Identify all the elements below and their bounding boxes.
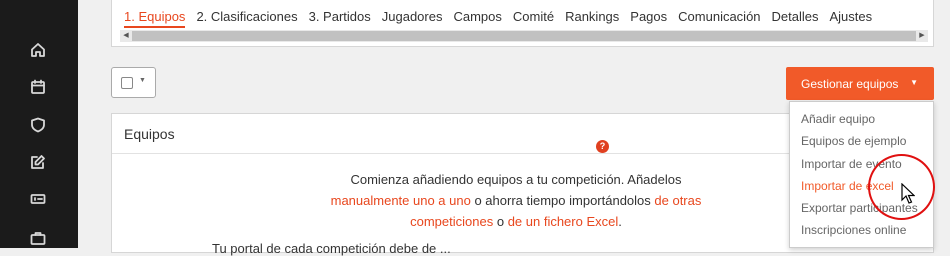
manage-teams-label: Gestionar equipos [801,76,899,91]
shield-icon[interactable] [28,115,48,135]
scroll-right-icon[interactable]: ▶ [916,30,928,42]
tabs-container: 1. Equipos 2. Clasificaciones 3. Partidos J… [111,0,934,47]
tab-item[interactable]: Detalles [772,9,819,26]
sidebar [0,0,78,248]
tab-item[interactable]: Pagos [630,9,667,26]
manage-teams-button[interactable]: Gestionar equipos ▼ [786,67,934,100]
mouse-cursor-icon [901,183,915,204]
tab-item[interactable]: 2. Clasificaciones [196,9,297,26]
briefcase-icon[interactable] [28,228,48,248]
tab-item[interactable]: 1. Equipos [124,9,186,28]
tab-item[interactable]: Ajustes [830,9,873,26]
truncated-text: Tu portal de cada competición debe de ..… [212,241,451,256]
edit-icon[interactable] [28,152,48,172]
tab-item[interactable]: Campos [453,9,501,26]
menu-item-online-registrations[interactable]: Inscripciones online [801,223,906,237]
caret-down-icon: ▼ [910,78,918,87]
empty-state-text: Comienza añadiendo equipos a tu competic… [317,169,715,232]
menu-item-add-team[interactable]: Añadir equipo [801,112,875,126]
menu-item-sample-teams[interactable]: Equipos de ejemplo [801,134,906,148]
empty-text-end: . [618,214,622,229]
scroll-thumb[interactable] [132,31,916,41]
empty-text-middle: o ahorra tiempo importándolos [470,193,655,208]
home-icon[interactable] [28,40,48,60]
tabs-scrollbar[interactable]: ◀ ▶ [120,30,928,42]
tab-item[interactable]: Rankings [565,9,619,26]
select-all-checkbox[interactable] [121,77,133,89]
tab-item[interactable]: Comunicación [678,9,760,26]
ticket-icon[interactable] [28,189,48,209]
chevron-down-icon: ▼ [139,77,146,84]
tab-bar: 1. Equipos 2. Clasificaciones 3. Partidos J… [124,9,883,28]
empty-text-or: o [493,214,508,229]
tab-item[interactable]: 3. Partidos [309,9,371,26]
help-icon[interactable]: ? [596,140,609,153]
tab-item[interactable]: Jugadores [382,9,443,26]
bulk-select-button[interactable]: ▼ [111,67,156,98]
calendar-icon[interactable] [28,77,48,97]
add-manually-link[interactable]: manualmente uno a uno [331,193,471,208]
tab-item[interactable]: Comité [513,9,554,26]
panel-title: Equipos [124,126,175,142]
scroll-left-icon[interactable]: ◀ [120,30,132,42]
import-excel-link[interactable]: de un fichero Excel [508,214,619,229]
empty-text-intro: Comienza añadiendo equipos a tu competic… [350,172,682,187]
